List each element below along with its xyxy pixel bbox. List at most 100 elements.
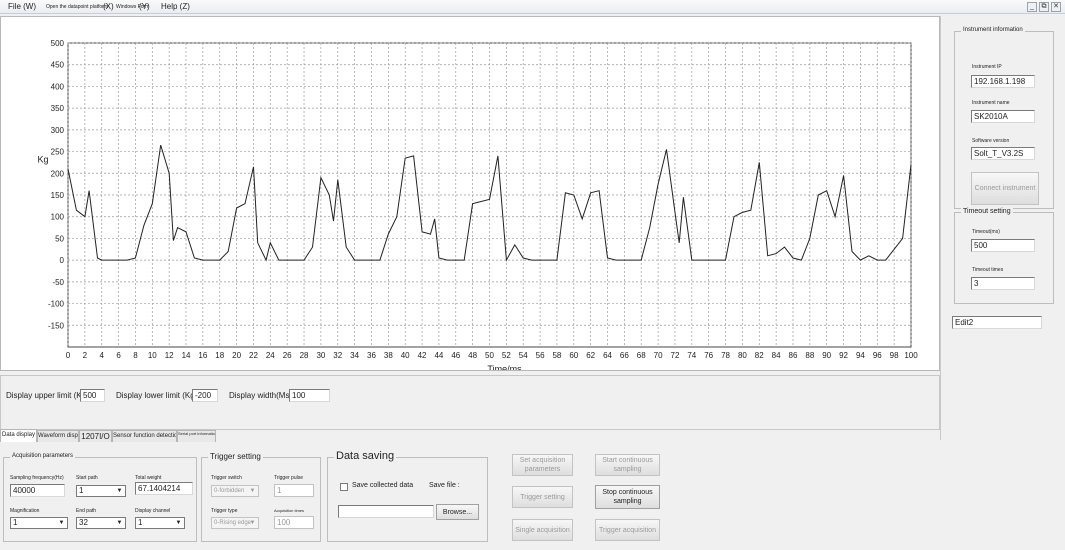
x-tick-label: 18 (215, 351, 224, 360)
end-path-select[interactable]: 32 ▼ (76, 517, 126, 529)
y-tick-label: 400 (51, 82, 65, 91)
display-width-input[interactable]: 100 (289, 389, 330, 402)
trigger-switch-value: 0-forbidden (214, 488, 245, 494)
x-tick-label: 50 (485, 351, 494, 360)
y-tick-label: 0 (60, 256, 65, 265)
minimize-icon[interactable]: _ (1027, 2, 1037, 12)
trigger-setting-group: Trigger setting Trigger switch 0-forbidd… (201, 452, 321, 542)
menu-open-platform[interactable]: Open the datapoint platform (46, 4, 108, 10)
x-tick-label: 24 (266, 351, 275, 360)
stop-continuous-sampling-button[interactable]: Stop continuous sampling (595, 485, 660, 509)
software-version-label: Software version (972, 138, 1010, 144)
tab-waveform-display[interactable]: Waveform display (37, 430, 79, 442)
data-saving-title: Data saving (334, 450, 397, 462)
tab-sensor-function-detection[interactable]: Sensor function detection (112, 430, 177, 442)
single-acquisition-button[interactable]: Single acquisition (512, 519, 573, 541)
y-tick-label: -100 (48, 300, 65, 309)
sampling-frequency-input[interactable]: 40000 (10, 484, 65, 497)
display-width-label: Display width(Ms) (229, 391, 293, 400)
start-continuous-sampling-button[interactable]: Start continuous sampling (595, 454, 660, 476)
menu-file[interactable]: File (W) (8, 2, 36, 11)
start-path-label: Start path (76, 475, 98, 481)
chevron-down-icon: ▼ (116, 520, 123, 526)
x-tick-label: 86 (789, 351, 798, 360)
acquisition-times-input[interactable]: 100 (274, 516, 314, 529)
instrument-ip-input[interactable]: 192.168.1.198 (971, 75, 1035, 88)
display-channel-select[interactable]: 1 ▼ (135, 517, 185, 529)
software-version-input[interactable]: Solt_T_V3.2S (971, 147, 1035, 160)
connect-instrument-button[interactable]: Connect instrument (971, 172, 1039, 205)
instrument-ip-label: Instrument IP (972, 64, 1002, 70)
total-weight-input[interactable]: 67.1404214 (135, 482, 193, 495)
x-tick-label: 10 (148, 351, 157, 360)
instrument-info-group: Instrument information Instrument IP 192… (954, 27, 1054, 209)
start-path-select[interactable]: 1 ▼ (76, 485, 126, 497)
instrument-info-title: Instrument information (961, 27, 1025, 33)
display-channel-value: 1 (138, 518, 143, 527)
y-tick-label: 350 (51, 104, 65, 113)
set-acquisition-parameters-button[interactable]: Set acquisition parameters (512, 454, 573, 476)
chevron-down-icon: ▼ (116, 488, 123, 494)
x-tick-label: 6 (116, 351, 121, 360)
edit2-input[interactable]: Edit2 (952, 316, 1042, 329)
waveform-chart-panel: 500 450 400 350 300 250 200 150 100 50 0 -50 -100 -15… (0, 16, 940, 371)
x-tick-label: 26 (283, 351, 292, 360)
tab-serial-port-information[interactable]: Serial port information (177, 430, 216, 442)
menu-bar: File (W) Open the datapoint platform (X)… (0, 0, 1065, 14)
total-weight-label: Total weight (135, 475, 162, 481)
x-tick-label: 48 (468, 351, 477, 360)
display-channel-label: Display channel (135, 508, 171, 514)
chevron-down-icon: ▼ (249, 488, 256, 494)
y-tick-label: -150 (48, 321, 65, 330)
timeout-times-label: Timeout times (972, 267, 1004, 273)
y-tick-label: 500 (51, 39, 65, 48)
x-tick-label: 76 (704, 351, 713, 360)
instrument-name-input[interactable]: SK2010A (971, 110, 1035, 123)
display-lower-label: Display lower limit (Kg) (116, 391, 198, 400)
x-tick-label: 70 (654, 351, 663, 360)
save-collected-label: Save collected data (352, 482, 414, 489)
trigger-setting-button[interactable]: Trigger setting (512, 486, 573, 508)
timeout-setting-title: Timeout setting (961, 208, 1013, 215)
x-tick-label: 40 (401, 351, 410, 360)
trigger-pulse-label: Trigger pulse (274, 475, 303, 481)
x-tick-label: 96 (873, 351, 882, 360)
x-tick-label: 88 (805, 351, 814, 360)
x-tick-label: 38 (384, 351, 393, 360)
trigger-type-value: 0-Rising edge (214, 520, 252, 526)
trigger-switch-select[interactable]: 0-forbidden ▼ (211, 485, 259, 497)
close-icon[interactable]: ✕ (1051, 2, 1061, 12)
save-file-path-input[interactable] (338, 505, 434, 518)
browse-button[interactable]: Browse... (436, 504, 479, 520)
trigger-type-select[interactable]: 0-Rising edge ▼ (211, 517, 259, 529)
save-file-label: Save file : (429, 482, 460, 489)
instrument-name-label: Instrument name (972, 100, 1010, 106)
y-tick-label: 50 (55, 234, 64, 243)
waveform-chart: 500450400350300250200150100500-50-100-15… (37, 39, 918, 370)
x-tick-label: 4 (99, 351, 104, 360)
x-tick-label: 68 (637, 351, 646, 360)
x-tick-label: 12 (165, 351, 174, 360)
trigger-acquisition-button[interactable]: Trigger acquisition (595, 519, 660, 541)
timeout-ms-input[interactable]: 500 (971, 239, 1035, 252)
x-tick-label: 22 (249, 351, 258, 360)
timeout-times-input[interactable]: 3 (971, 277, 1035, 290)
trigger-setting-title: Trigger setting (208, 452, 263, 461)
trigger-pulse-input[interactable]: 1 (274, 484, 314, 497)
display-lower-input[interactable]: -200 (192, 389, 218, 402)
menu-open-platform-key[interactable]: (X) (103, 2, 114, 11)
restore-icon[interactable]: ⧉ (1039, 2, 1049, 12)
menu-windows-form-key[interactable]: (Y) (139, 2, 150, 11)
magnification-select[interactable]: 1 ▼ (10, 517, 68, 529)
menu-help[interactable]: Help (Z) (161, 2, 190, 11)
trigger-type-label: Trigger type (211, 508, 238, 514)
x-axis-label: Time/ms (487, 364, 522, 370)
magnification-label: Magnification (10, 508, 40, 514)
tab-1207-io[interactable]: 1207I/O (79, 430, 112, 442)
y-tick-label: 200 (51, 169, 65, 178)
x-tick-label: 94 (856, 351, 865, 360)
save-collected-checkbox[interactable] (340, 483, 348, 491)
display-upper-input[interactable]: 500 (80, 389, 105, 402)
tab-data-display[interactable]: Data display (0, 429, 37, 442)
timeout-ms-label: Timeout(ms) (972, 229, 1000, 235)
